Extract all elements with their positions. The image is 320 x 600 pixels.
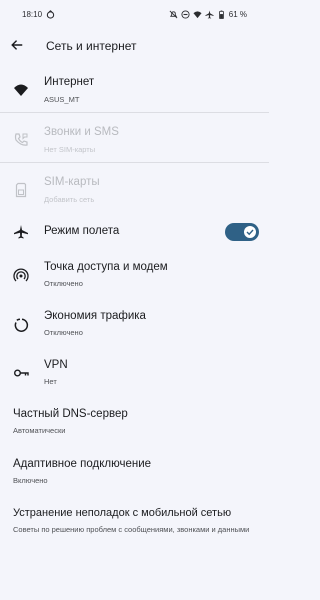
vpn-key-icon xyxy=(14,369,29,377)
calls-sms-sub: Нет SIM-карты xyxy=(44,145,96,154)
troubleshooting-label: Устранение неполадок с мобильной сетью xyxy=(13,507,232,519)
battery-icon xyxy=(218,10,224,19)
page-title: Сеть и интернет xyxy=(46,39,137,53)
adaptive-connectivity-sub: Включено xyxy=(13,476,48,485)
status-time: 18:10 xyxy=(22,10,43,19)
data-saver-icon xyxy=(14,318,29,332)
sim-cards-item: SIM-карты Добавить сеть xyxy=(0,170,269,210)
internet-sub: ASUS_MT xyxy=(44,95,80,104)
sim-cards-sub: Добавить сеть xyxy=(44,195,95,204)
calls-sms-label: Звонки и SMS xyxy=(44,126,119,138)
battery-percent: 61 % xyxy=(228,10,247,19)
troubleshooting-sub: Советы по решению проблем с сообщениями,… xyxy=(13,525,250,534)
internet-label: Интернет xyxy=(44,76,95,88)
airplane-status-icon xyxy=(205,10,214,19)
troubleshooting-item[interactable]: Устранение неполадок с мобильной сетью С… xyxy=(0,504,269,554)
sim-card-icon xyxy=(15,182,27,198)
hotspot-item[interactable]: Точка доступа и модем Отключено xyxy=(0,258,269,298)
private-dns-item[interactable]: Частный DNS-сервер Автоматически xyxy=(0,405,269,445)
divider xyxy=(0,162,269,163)
app-bar: Сеть и интернет xyxy=(0,34,269,60)
hotspot-icon xyxy=(13,268,29,282)
data-saver-sub: Отключено xyxy=(44,328,83,337)
vpn-sub: Нет xyxy=(44,377,57,386)
vpn-item[interactable]: VPN Нет xyxy=(0,356,269,396)
wifi-icon xyxy=(14,84,28,96)
private-dns-sub: Автоматически xyxy=(13,426,66,435)
divider xyxy=(0,112,269,113)
check-icon xyxy=(246,229,254,236)
adaptive-connectivity-item[interactable]: Адаптивное подключение Включено xyxy=(0,455,269,495)
private-dns-label: Частный DNS-сервер xyxy=(13,408,128,420)
airplane-mode-label: Режим полета xyxy=(44,225,120,237)
hotspot-sub: Отключено xyxy=(44,279,83,288)
calls-sms-icon xyxy=(14,133,28,146)
back-arrow-icon[interactable] xyxy=(10,38,24,52)
calls-sms-item: Звонки и SMS Нет SIM-карты xyxy=(0,120,269,160)
notification-icon xyxy=(46,10,55,19)
vpn-label: VPN xyxy=(44,359,68,371)
mute-icon xyxy=(169,10,178,19)
airplane-mode-item[interactable]: Режим полета xyxy=(0,218,269,246)
wifi-status-icon xyxy=(193,11,202,19)
airplane-mode-toggle[interactable] xyxy=(225,223,259,241)
dnd-icon xyxy=(181,10,190,19)
internet-item[interactable]: Интернет ASUS_MT xyxy=(0,70,269,110)
data-saver-label: Экономия трафика xyxy=(44,310,146,322)
hotspot-label: Точка доступа и модем xyxy=(44,261,168,273)
data-saver-item[interactable]: Экономия трафика Отключено xyxy=(0,307,269,347)
airplane-icon xyxy=(14,225,28,239)
adaptive-connectivity-label: Адаптивное подключение xyxy=(13,458,152,470)
sim-cards-label: SIM-карты xyxy=(44,176,100,188)
status-bar: 18:10 61 % xyxy=(0,0,269,30)
